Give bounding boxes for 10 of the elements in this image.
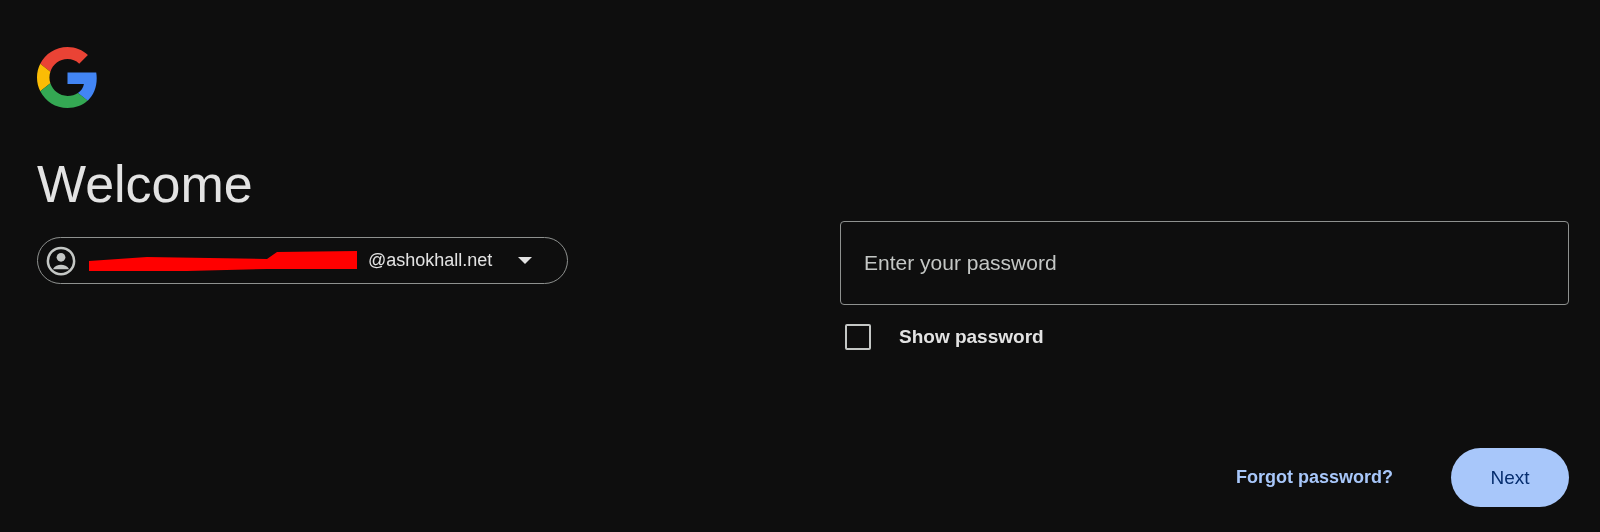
- welcome-heading: Welcome: [37, 154, 253, 215]
- account-icon: [46, 245, 76, 276]
- show-password-checkbox[interactable]: [845, 324, 871, 350]
- caret-icon: [518, 256, 533, 265]
- forgot-password-link[interactable]: Forgot password?: [1236, 467, 1393, 488]
- account-email: @ashokhall.net: [368, 250, 493, 271]
- logo-icon: [37, 47, 98, 108]
- next-button[interactable]: Next: [1451, 448, 1569, 507]
- password-field[interactable]: Enter your password: [840, 221, 1569, 305]
- show-password-label: Show password: [899, 326, 1044, 348]
